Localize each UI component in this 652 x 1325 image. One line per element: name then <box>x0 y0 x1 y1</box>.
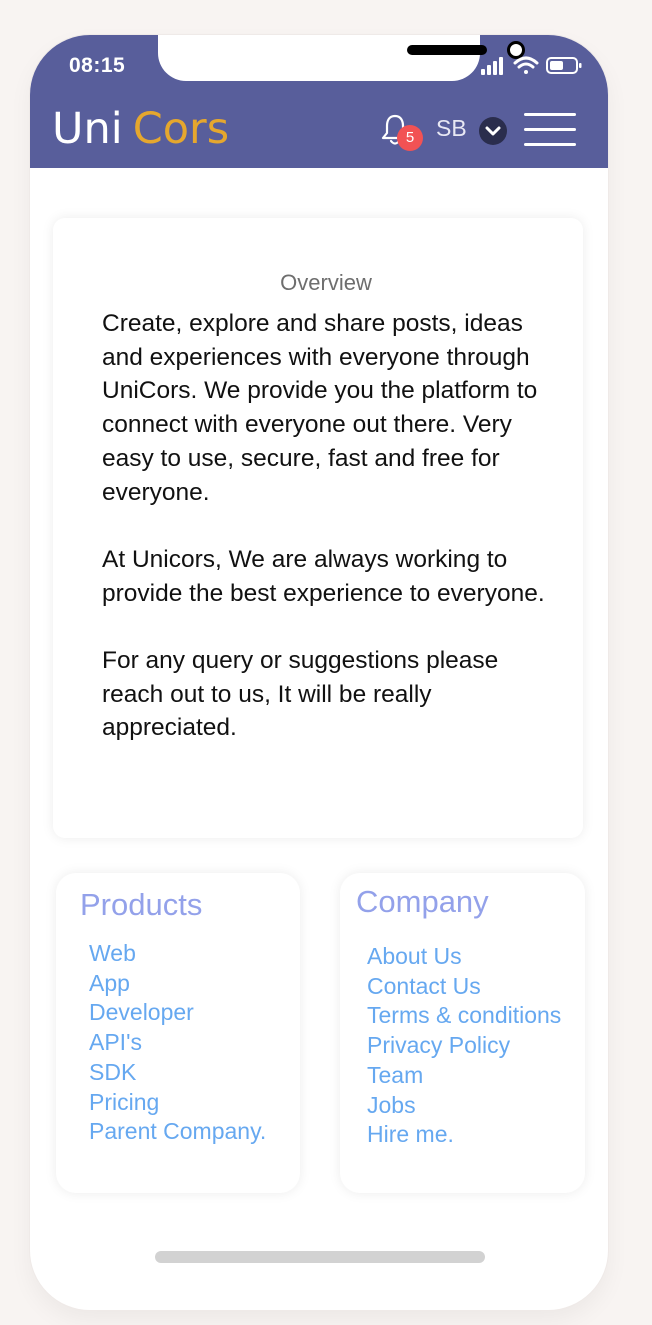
home-indicator[interactable] <box>155 1251 485 1263</box>
signal-icon <box>481 57 503 75</box>
wifi-icon <box>513 56 539 74</box>
overview-text: Create, explore and share posts, ideas a… <box>102 307 557 779</box>
company-link-hire-me[interactable]: Hire me. <box>367 1120 561 1150</box>
user-initials[interactable]: SB <box>436 115 467 142</box>
company-link-jobs[interactable]: Jobs <box>367 1091 561 1121</box>
app-header: 08:15 Uni Cors 5 SB <box>30 35 608 168</box>
products-link-app[interactable]: App <box>89 969 266 999</box>
products-link-pricing[interactable]: Pricing <box>89 1088 266 1118</box>
products-link-list: Web App Developer API's SDK Pricing Pare… <box>89 939 266 1147</box>
logo-cors-text: Cors <box>132 104 230 154</box>
overview-paragraph: Create, explore and share posts, ideas a… <box>102 310 538 506</box>
phone-frame: 08:15 Uni Cors 5 SB Overview Create, exp… <box>30 35 608 1310</box>
products-link-sdk[interactable]: SDK <box>89 1058 266 1088</box>
products-card: Products Web App Developer API's SDK Pri… <box>56 873 300 1193</box>
menu-bar <box>524 143 576 146</box>
battery-icon <box>546 57 582 74</box>
status-icons <box>481 56 582 75</box>
menu-bar <box>524 113 576 116</box>
company-link-list: About Us Contact Us Terms & conditions P… <box>367 942 561 1150</box>
chevron-down-icon <box>485 126 501 136</box>
products-link-apis[interactable]: API's <box>89 1028 266 1058</box>
company-link-privacy-policy[interactable]: Privacy Policy <box>367 1031 561 1061</box>
notification-badge: 5 <box>397 125 423 151</box>
status-time: 08:15 <box>69 54 126 77</box>
company-card: Company About Us Contact Us Terms & cond… <box>340 873 585 1193</box>
company-link-team[interactable]: Team <box>367 1061 561 1091</box>
menu-bar <box>524 128 576 131</box>
company-link-about-us[interactable]: About Us <box>367 942 561 972</box>
unicors-logo[interactable]: Uni Cors <box>52 108 229 151</box>
products-link-developer[interactable]: Developer <box>89 998 266 1028</box>
speaker-grille <box>407 45 487 55</box>
overview-paragraph: For any query or suggestions please reac… <box>102 647 499 742</box>
products-link-web[interactable]: Web <box>89 939 266 969</box>
hamburger-menu-icon[interactable] <box>524 113 576 147</box>
company-heading: Company <box>356 884 489 919</box>
products-heading: Products <box>80 887 203 922</box>
products-link-parent-company[interactable]: Parent Company. <box>89 1117 266 1147</box>
company-link-contact-us[interactable]: Contact Us <box>367 972 561 1002</box>
overview-title: Overview <box>280 270 372 295</box>
company-link-terms[interactable]: Terms & conditions <box>367 1001 561 1031</box>
device-notch <box>158 35 525 81</box>
logo-uni-text: Uni <box>52 104 123 154</box>
overview-paragraph: At Unicors, We are always working to pro… <box>102 545 545 607</box>
user-dropdown-button[interactable] <box>479 117 507 145</box>
overview-card: Overview Create, explore and share posts… <box>53 218 583 838</box>
